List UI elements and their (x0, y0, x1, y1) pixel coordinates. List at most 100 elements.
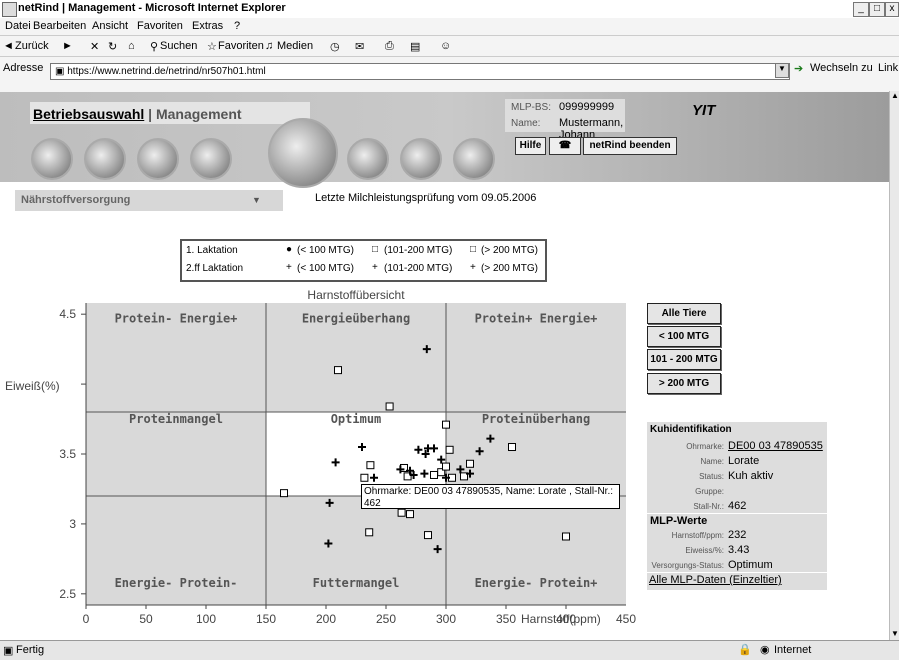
mlp-values-title: MLP-Werte (650, 515, 708, 527)
edit-icon[interactable]: ▤ (410, 40, 420, 53)
stop-icon[interactable]: ✕ (90, 40, 99, 53)
address-dropdown-icon[interactable]: ▼ (775, 63, 789, 78)
help-button[interactable]: Hilfe (515, 137, 546, 155)
category-select-value: Nährstoffversorgung (21, 194, 131, 206)
x-tick-label: 0 (83, 612, 90, 626)
menu-help[interactable]: ? (234, 20, 240, 32)
region-label: Protein+ Energie+ (475, 312, 598, 326)
legend-gt200: (> 200 MTG) (481, 245, 538, 256)
vertical-scrollbar[interactable]: ▲ ▼ (889, 91, 899, 640)
refresh-icon[interactable]: ↻ (108, 40, 117, 53)
toolbar: ◄ Zurück ► ✕ ↻ ⌂ ⚲ Suchen ☆ Favoriten ♫ … (0, 35, 899, 57)
menu-extras[interactable]: Extras (192, 20, 223, 32)
data-point-square (442, 462, 450, 471)
maximize-icon[interactable]: □ (869, 2, 885, 17)
favorites-button[interactable]: Favoriten (218, 40, 264, 52)
media-icon[interactable]: ♫ (265, 40, 273, 52)
y-tick-label: 2.5 (59, 587, 76, 601)
harnstoff-label: Harnstoff/ppm: (671, 531, 724, 540)
legend-dot-icon: ● (286, 244, 293, 255)
nav-screen-icon[interactable] (453, 138, 495, 180)
stall-label: Stall-Nr.: (693, 502, 724, 511)
home-icon[interactable]: ⌂ (128, 40, 135, 52)
nav-milking-icon[interactable] (268, 118, 338, 188)
menu-ansicht[interactable]: Ansicht (92, 20, 128, 32)
status-value: Kuh aktiv (728, 470, 774, 482)
x-tick-label: 150 (256, 612, 276, 626)
address-input[interactable]: ▣ https://www.netrind.de/netrind/nr507h0… (50, 63, 790, 80)
status-bar: ▣ Fertig 🔒 ◉ Internet (0, 640, 899, 660)
data-point-square (424, 531, 432, 540)
ohrmarke-label: Ohrmarke: (686, 442, 724, 451)
close-icon[interactable]: x (885, 2, 899, 17)
gt200-button[interactable]: > 200 MTG (647, 373, 721, 394)
legend-plus-icon: + (286, 262, 292, 273)
nav-herd-icon[interactable] (190, 138, 232, 180)
nav-person-icon[interactable] (347, 138, 389, 180)
legend-row2-label: 2.ff Laktation (186, 263, 244, 274)
x-tick-label: 50 (139, 612, 153, 626)
cow-name-label: Name: (700, 457, 724, 466)
legend-plus-gt-icon: + (470, 262, 476, 273)
messenger-icon[interactable]: ☺ (440, 40, 451, 52)
mlp-value: 099999999 (559, 101, 615, 113)
all-animals-button[interactable]: Alle Tiere (647, 303, 721, 324)
versorgung-label: Versorgungs-Status: (651, 561, 724, 570)
scroll-up-icon[interactable]: ▲ (890, 91, 899, 101)
print-icon[interactable]: ⎙ (385, 40, 394, 53)
x-tick-label: 350 (496, 612, 516, 626)
nav-cattle-icon[interactable] (31, 138, 73, 180)
region-label: Proteinüberhang (482, 412, 590, 426)
back-button[interactable]: Zurück (15, 40, 49, 52)
mid-mtg-button[interactable]: 101 - 200 MTG (647, 349, 721, 370)
data-point-square (406, 510, 414, 519)
cow-info-panel: Kuhidentifikation Ohrmarke: DE00 03 4789… (647, 422, 827, 590)
menu-datei[interactable]: Datei (5, 20, 31, 32)
page-done-icon: ▣ (3, 645, 14, 657)
point-tooltip: Ohrmarke: DE00 03 47890535, Name: Lorate… (361, 484, 620, 509)
stall-value: 462 (728, 500, 747, 512)
menu-bearbeiten[interactable]: Bearbeiten (33, 20, 86, 32)
search-icon[interactable]: ⚲ (150, 40, 158, 53)
forward-icon[interactable]: ► (62, 40, 73, 52)
marker-legend: 1. Laktation 2.ff Laktation ● (< 100 MTG… (180, 239, 547, 282)
data-point-square (366, 461, 375, 470)
cow-info-title: Kuhidentifikation (650, 424, 732, 435)
y-axis-label: Eiweiß(%) (5, 379, 60, 393)
end-netrind-button[interactable]: netRind beenden (583, 137, 677, 155)
mail-icon[interactable]: ✉ (355, 40, 364, 53)
minimize-icon[interactable]: _ (853, 2, 869, 17)
media-button[interactable]: Medien (277, 40, 313, 52)
all-mlp-data-link[interactable]: Alle MLP-Daten (Einzeltier) (649, 574, 782, 586)
chevron-down-icon: ▼ (252, 195, 261, 205)
region-label: Optimum (331, 412, 382, 426)
favorites-icon[interactable]: ☆ (207, 40, 217, 53)
category-select[interactable]: Nährstoffversorgung ▼ (15, 190, 283, 211)
last-check-text: Letzte Milchleistungsprüfung vom 09.05.2… (315, 192, 537, 204)
nav-feed-icon[interactable] (400, 138, 442, 180)
nav-cow-icon[interactable] (137, 138, 179, 180)
region-label: Protein- Energie+ (115, 312, 238, 326)
window-title: netRind | Management - Microsoft Interne… (18, 2, 286, 14)
nav-barn-icon[interactable] (84, 138, 126, 180)
history-icon[interactable]: ◷ (330, 40, 340, 53)
ohrmarke-link[interactable]: DE00 03 47890535 (728, 440, 823, 452)
x-tick-label: 100 (196, 612, 216, 626)
menu-favoriten[interactable]: Favoriten (137, 20, 183, 32)
chart-title: Harnstoffübersicht (307, 288, 405, 302)
links-button[interactable]: Link (878, 62, 898, 74)
search-button[interactable]: Suchen (160, 40, 197, 52)
lt100-button[interactable]: < 100 MTG (647, 326, 721, 347)
mlp-info-box: MLP-BS: 099999999 Name: Mustermann, Joha… (505, 99, 625, 141)
betriebsauswahl-link[interactable]: Betriebsauswahl (33, 106, 144, 122)
scroll-down-icon[interactable]: ▼ (890, 629, 899, 639)
back-icon[interactable]: ◄ (3, 40, 14, 52)
lock-icon: 🔒 (738, 644, 752, 656)
phone-icon[interactable]: ☎ (549, 137, 581, 155)
legend-mid: (101-200 MTG) (384, 245, 453, 256)
data-point-square (466, 459, 474, 468)
x-tick-label: 200 (316, 612, 336, 626)
go-icon[interactable]: ➔ (794, 62, 803, 75)
go-button[interactable]: Wechseln zu (810, 62, 873, 74)
legend-row1-label: 1. Laktation (186, 245, 238, 256)
